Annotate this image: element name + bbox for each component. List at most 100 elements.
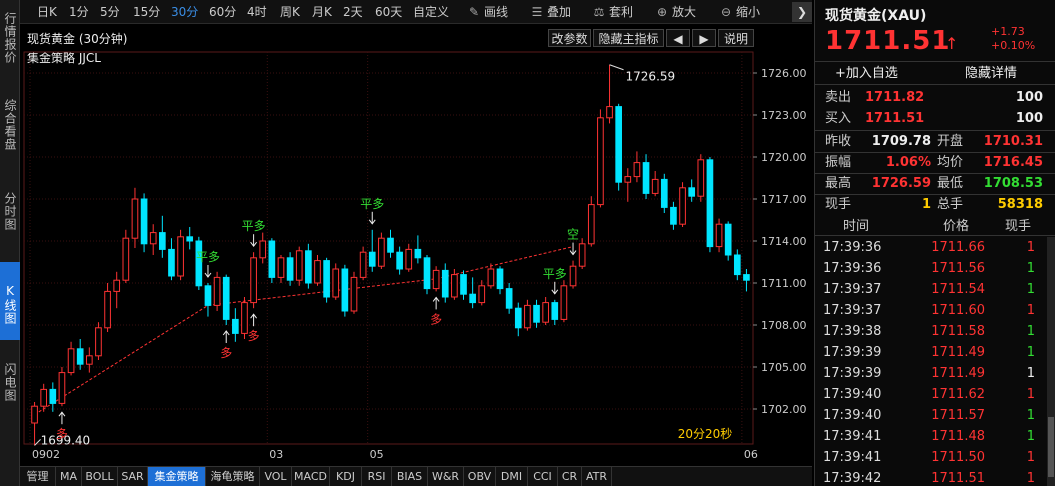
y-tick-label: 1711.00 [761, 277, 807, 290]
indicator-tab[interactable]: MA [56, 467, 82, 486]
sell-volume: 100 [1015, 90, 1043, 105]
indicator-tab[interactable]: 管理 [20, 467, 56, 486]
candle-body [469, 293, 476, 304]
period-60min[interactable]: 60分 [209, 0, 236, 24]
period-15min[interactable]: 15分 [133, 0, 160, 24]
buy-row: 买入 1711.51 100 [815, 108, 1055, 129]
period-2day[interactable]: 2天 [343, 0, 363, 24]
candle-body [396, 251, 403, 270]
tool-zoom-out[interactable]: ⊖ 缩小 [719, 0, 760, 24]
tool-zoom-in[interactable]: ⊕ 放大 [655, 0, 696, 24]
indicator-tab[interactable]: MACD [292, 467, 330, 486]
tool-draw-line[interactable]: ✎ 画线 [467, 0, 508, 24]
candle-body [441, 269, 449, 298]
chart-title: 现货黄金 (30分钟) [27, 32, 128, 46]
candle-body [578, 243, 586, 267]
stat-value: 1.06% [885, 155, 931, 170]
tick-volume: 1 [1026, 324, 1035, 339]
indicator-tab[interactable]: OBV [464, 467, 496, 486]
stat-value: 1710.31 [983, 134, 1043, 149]
hide-detail-button[interactable]: 隐藏详情 [965, 62, 1017, 86]
period-30min[interactable]: 30分 [171, 0, 198, 24]
candle-body [387, 237, 394, 253]
candle-body [31, 405, 38, 424]
buy-price: 1711.51 [865, 111, 925, 126]
signal-label: 空 [567, 228, 579, 242]
indicator-tab[interactable]: RSI [362, 467, 392, 486]
explain-button[interactable]: 说明 [718, 29, 754, 47]
candle-body [715, 223, 723, 248]
candle-body [177, 236, 184, 277]
y-tick-label: 1714.00 [761, 235, 807, 248]
scroll-left-button[interactable]: ◀ [666, 29, 690, 47]
tick-scrollbar[interactable] [1047, 237, 1055, 486]
candle-body [533, 304, 540, 323]
tick-row: 17:39:39 1711.49 1 [815, 363, 1045, 384]
tick-row: 17:39:41 1711.50 1 [815, 447, 1045, 468]
tool-overlay[interactable]: ☰ 叠加 [530, 0, 571, 24]
indicator-tab[interactable]: BOLL [82, 467, 118, 486]
candle-body [140, 198, 148, 245]
period-4h[interactable]: 4时 [247, 0, 267, 24]
indicator-tab[interactable]: DMI [496, 467, 528, 486]
period-60day[interactable]: 60天 [375, 0, 402, 24]
tab-overview[interactable]: 综合看盘 [0, 95, 20, 155]
candlestick-chart[interactable]: 1702.00 1705.00 1708.00 1711.00 1714.00 1717.… [20, 48, 812, 466]
candle-body [460, 274, 467, 295]
tick-time: 17:39:37 [823, 282, 882, 297]
candle-body [496, 268, 504, 290]
tab-timeshare[interactable]: 分时图 [0, 187, 20, 235]
tick-time: 17:39:39 [823, 345, 882, 360]
indicator-tab[interactable]: 集金策略 [148, 467, 206, 486]
tab-quotes[interactable]: 行情报价 [0, 8, 20, 68]
tick-time: 17:39:42 [823, 471, 882, 486]
indicator-tab[interactable]: VOL [260, 467, 292, 486]
candle-body [660, 178, 668, 208]
indicator-tab[interactable]: ATR [582, 467, 612, 486]
hide-indicator-button[interactable]: 隐藏主指标 [593, 29, 664, 47]
buy-volume: 100 [1015, 111, 1043, 126]
indicator-tab[interactable]: CR [558, 467, 582, 486]
x-tick-label: 05 [370, 448, 384, 461]
indicator-tab[interactable]: SAR [118, 467, 148, 486]
indicator-tab[interactable]: 海龟策略 [206, 467, 260, 486]
tab-lightning[interactable]: 闪电图 [0, 358, 20, 406]
arbitrage-icon: ⚖ [593, 5, 605, 19]
tick-time: 17:39:36 [823, 261, 882, 276]
period-5min[interactable]: 5分 [100, 0, 120, 24]
toolbar-next-button[interactable]: ❯ [792, 2, 812, 22]
scroll-right-button[interactable]: ▶ [692, 29, 716, 47]
candle-body [368, 251, 376, 267]
add-watchlist-button[interactable]: +加入自选 [835, 62, 898, 86]
candle-body [569, 265, 577, 287]
indicator-tab[interactable]: W&R [428, 467, 464, 486]
edit-params-button[interactable]: 改参数 [548, 29, 591, 47]
indicator-tab[interactable]: CCI [528, 467, 558, 486]
tab-kline[interactable]: K线图 [0, 262, 20, 340]
tick-volume: 1 [1026, 282, 1035, 297]
indicator-tab[interactable]: BIAS [392, 467, 428, 486]
candle-body [122, 237, 130, 281]
sell-row: 卖出 1711.82 100 [815, 87, 1055, 108]
candle-body [606, 106, 613, 119]
candle-body [405, 248, 413, 270]
tool-arbitrage[interactable]: ⚖ 套利 [592, 0, 633, 24]
indicator-tab[interactable]: KDJ [330, 467, 362, 486]
tick-volume: 1 [1026, 303, 1035, 318]
candle-body [259, 240, 267, 259]
scrollbar-thumb[interactable] [1048, 417, 1054, 477]
period-week[interactable]: 周K [280, 0, 300, 24]
tick-row: 17:39:38 1711.58 1 [815, 321, 1045, 342]
tick-price: 1711.58 [931, 324, 985, 339]
period-month[interactable]: 月K [312, 0, 332, 24]
period-day[interactable]: 日K [37, 0, 57, 24]
candle-body [314, 260, 321, 284]
signal-label: 平多 [196, 250, 220, 264]
period-custom[interactable]: 自定义 [413, 0, 449, 24]
candle-body [268, 240, 276, 278]
period-1min[interactable]: 1分 [69, 0, 89, 24]
candle-body [131, 198, 139, 239]
signal-label: 平多 [543, 267, 567, 281]
tick-price: 1711.49 [931, 345, 985, 360]
indicator-tab-bar: 管理 MA BOLL SAR 集金策略 海龟策略 VOL MACD KDJ RSI BIAS W&R O… [20, 466, 812, 486]
